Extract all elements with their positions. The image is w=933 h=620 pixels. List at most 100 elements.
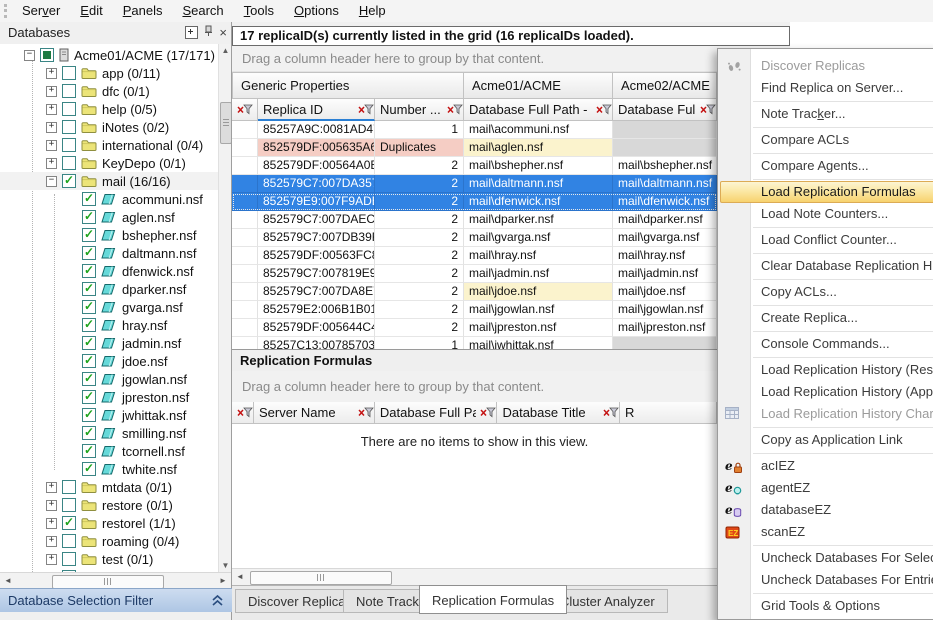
checkbox[interactable] xyxy=(62,498,76,512)
table-cell[interactable] xyxy=(232,247,258,265)
filter-column-header[interactable] xyxy=(232,99,258,121)
column-header-database-full-path-[interactable]: Database Full Path - ... xyxy=(464,99,613,121)
expand-icon[interactable]: + xyxy=(46,122,57,133)
menu-server[interactable]: Server xyxy=(12,0,70,22)
table-cell[interactable] xyxy=(613,337,717,349)
table-cell[interactable]: mail\dparker.nsf xyxy=(464,211,613,229)
menu-item-scanez[interactable]: EZscanEZ xyxy=(718,521,933,543)
menu-edit[interactable]: Edit xyxy=(70,0,112,22)
table-row[interactable]: 852579E2:006B1B012mail\jgowlan.nsfmail\j… xyxy=(232,301,717,319)
table-cell[interactable]: 2 xyxy=(375,157,464,175)
menu-item-aciez[interactable]: eacIEZ xyxy=(718,455,933,477)
table-cell[interactable] xyxy=(232,175,258,193)
tree-item-jwhittak-nsf[interactable]: jwhittak.nsf xyxy=(0,406,231,424)
table-cell[interactable] xyxy=(613,121,717,139)
collapse-icon[interactable]: − xyxy=(46,176,57,187)
table-cell[interactable]: 1 xyxy=(375,337,464,349)
checkbox[interactable] xyxy=(62,138,76,152)
menu-item-console-commands-[interactable]: Console Commands... xyxy=(718,333,933,355)
filter-icon[interactable] xyxy=(603,407,619,418)
table-cell[interactable] xyxy=(232,319,258,337)
table-cell[interactable]: mail\jadmin.nsf xyxy=(464,265,613,283)
table-cell[interactable]: mail\aglen.nsf xyxy=(464,139,613,157)
filter-icon[interactable] xyxy=(447,104,463,115)
scroll-left-icon[interactable]: ◄ xyxy=(1,574,15,588)
checkbox[interactable] xyxy=(62,156,76,170)
table-cell[interactable]: 2 xyxy=(375,301,464,319)
menu-item-load-replication-history-append-a[interactable]: Load Replication History (Append a xyxy=(718,381,933,403)
table-cell[interactable]: 852579DF:00563FC8 xyxy=(258,247,375,265)
tree-item-gvarga-nsf[interactable]: gvarga.nsf xyxy=(0,298,231,316)
filter-icon[interactable] xyxy=(358,407,374,418)
expand-icon[interactable]: + xyxy=(46,554,57,565)
scroll-down-icon[interactable]: ▼ xyxy=(219,559,231,572)
band-header-acme01-acme[interactable]: Acme01/ACME xyxy=(464,72,613,99)
filter-icon[interactable] xyxy=(237,104,253,115)
expand-icon[interactable]: + xyxy=(46,536,57,547)
table-cell[interactable]: 852579DF:005635A6 xyxy=(258,139,375,157)
checkbox[interactable] xyxy=(82,318,96,332)
band-header-acme02-acme[interactable]: Acme02/ACME xyxy=(613,72,717,99)
menu-item-copy-acls-[interactable]: Copy ACLs... xyxy=(718,281,933,303)
table-cell[interactable]: mail\jgowlan.nsf xyxy=(613,301,717,319)
checkbox[interactable] xyxy=(82,264,96,278)
expand-icon[interactable]: + xyxy=(46,104,57,115)
checkbox[interactable] xyxy=(62,66,76,80)
table-cell[interactable]: 852579C7:007DB39F xyxy=(258,229,375,247)
menu-help[interactable]: Help xyxy=(349,0,396,22)
checkbox[interactable] xyxy=(62,480,76,494)
table-cell[interactable]: 2 xyxy=(375,319,464,337)
table-cell[interactable] xyxy=(613,139,717,157)
filter-icon[interactable] xyxy=(358,104,374,115)
tree-item-aglen-nsf[interactable]: aglen.nsf xyxy=(0,208,231,226)
database-selection-filter-bar[interactable]: Database Selection Filter xyxy=(0,588,232,612)
tree-item-dparker-nsf[interactable]: dparker.nsf xyxy=(0,280,231,298)
toolbar-grip-icon[interactable] xyxy=(4,4,7,18)
column-header-r[interactable]: R xyxy=(620,402,717,424)
checkbox[interactable] xyxy=(82,300,96,314)
expand-all-icon[interactable] xyxy=(185,26,198,39)
checkbox[interactable] xyxy=(82,354,96,368)
filter-icon[interactable] xyxy=(480,407,496,418)
menu-item-grid-tools-options[interactable]: Grid Tools & Options xyxy=(718,595,933,617)
menu-item-note-tracker-[interactable]: Note Tracker... xyxy=(718,103,933,125)
table-row[interactable]: 852579C7:007819E92mail\jadmin.nsfmail\ja… xyxy=(232,265,717,283)
table-cell[interactable]: 2 xyxy=(375,193,464,211)
pin-icon[interactable] xyxy=(204,25,213,40)
table-row[interactable]: 852579C7:007DA3572mail\daltmann.nsfmail\… xyxy=(232,175,717,193)
menu-item-uncheck-databases-for-entries-not[interactable]: Uncheck Databases For Entries Not xyxy=(718,569,933,591)
menu-item-uncheck-databases-for-selected-en[interactable]: Uncheck Databases For Selected En xyxy=(718,547,933,569)
scrollbar-thumb[interactable] xyxy=(250,571,392,585)
table-cell[interactable]: 852579C7:007DA357 xyxy=(258,175,375,193)
checkbox[interactable] xyxy=(62,534,76,548)
table-row[interactable]: 852579C7:007DAEC82mail\dparker.nsfmail\d… xyxy=(232,211,717,229)
table-row[interactable]: 852579DF:005644C42mail\jpreston.nsfmail\… xyxy=(232,319,717,337)
checkbox[interactable] xyxy=(82,210,96,224)
menu-tools[interactable]: Tools xyxy=(234,0,284,22)
table-cell[interactable]: 2 xyxy=(375,283,464,301)
table-cell[interactable]: mail\dfenwick.nsf xyxy=(464,193,613,211)
table-cell[interactable] xyxy=(232,265,258,283)
checkbox[interactable] xyxy=(62,84,76,98)
scroll-left-icon[interactable]: ◄ xyxy=(233,570,247,584)
table-row[interactable]: 85257A9C:0081AD471mail\acommuni.nsf xyxy=(232,121,717,139)
menu-item-copy-as-application-link[interactable]: Copy as Application Link xyxy=(718,429,933,451)
checkbox[interactable] xyxy=(82,426,96,440)
tree-item-restore[interactable]: +restore (0/1) xyxy=(0,496,231,514)
table-cell[interactable] xyxy=(232,157,258,175)
tree-item-international[interactable]: +international (0/4) xyxy=(0,136,231,154)
table-cell[interactable]: mail\dparker.nsf xyxy=(613,211,717,229)
table-cell[interactable]: 2 xyxy=(375,175,464,193)
column-header-database-full-path[interactable]: Database Full Path xyxy=(375,402,498,424)
table-cell[interactable]: mail\hray.nsf xyxy=(613,247,717,265)
table-cell[interactable]: 852579DF:005644C4 xyxy=(258,319,375,337)
checkbox[interactable] xyxy=(82,408,96,422)
menu-item-load-replication-history-chart[interactable]: Load Replication History Chart xyxy=(718,403,933,425)
menu-item-agentez[interactable]: eagentEZ xyxy=(718,477,933,499)
table-cell[interactable]: mail\jwhittak.nsf xyxy=(464,337,613,349)
table-cell[interactable] xyxy=(232,337,258,349)
tree-item-keydepo[interactable]: +KeyDepo (0/1) xyxy=(0,154,231,172)
table-cell[interactable]: mail\hray.nsf xyxy=(464,247,613,265)
table-cell[interactable]: mail\jadmin.nsf xyxy=(613,265,717,283)
tree-item-bshepher-nsf[interactable]: bshepher.nsf xyxy=(0,226,231,244)
